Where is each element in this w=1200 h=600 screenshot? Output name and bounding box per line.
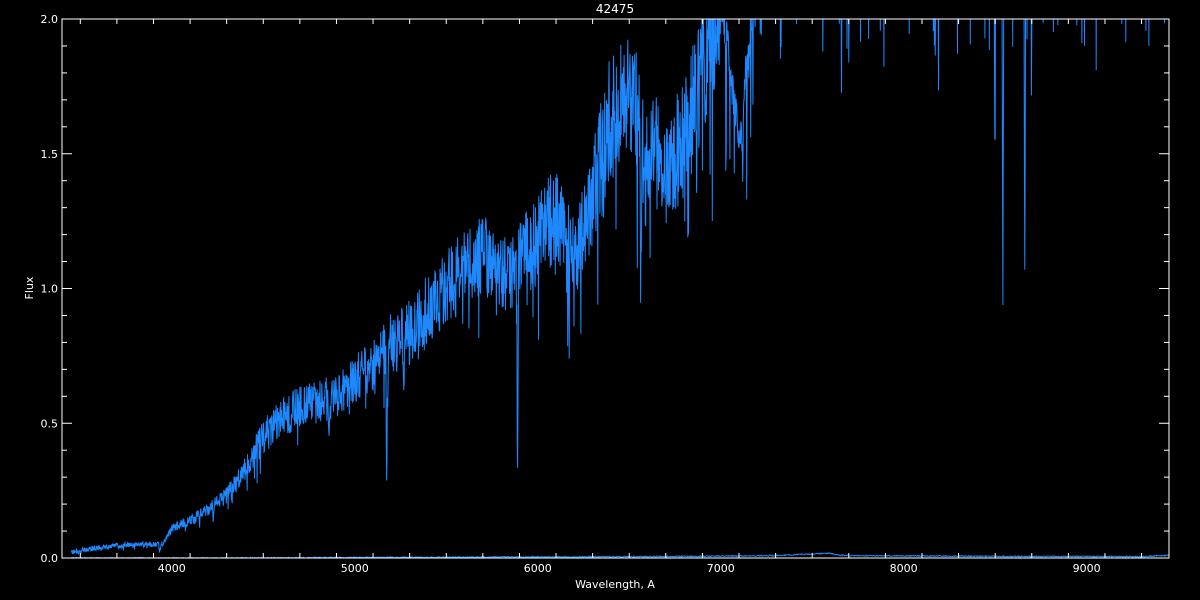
y-axis-label: Flux: [23, 276, 36, 299]
x-tick-label: 4000: [158, 562, 186, 575]
x-tick-label: 7000: [707, 562, 735, 575]
chart-root: 4000 5000 6000 7000 8000 9000 0.0 0.5 1.0 1.5 2.0…: [0, 0, 1200, 600]
chart-background: [0, 0, 1200, 600]
x-axis-label: Wavelength, A: [575, 578, 655, 591]
y-tick-label: 1.5: [41, 148, 59, 161]
y-tick-label: 1.0: [41, 283, 59, 296]
x-tick-label: 8000: [890, 562, 918, 575]
y-tick-label: 0.5: [41, 417, 59, 430]
chart-title: 42475: [596, 2, 634, 16]
x-tick-label: 9000: [1073, 562, 1101, 575]
spectrum-chart: 4000 5000 6000 7000 8000 9000 0.0 0.5 1.0 1.5 2.0…: [0, 0, 1200, 600]
y-tick-label: 0.0: [41, 552, 59, 565]
y-tick-label: 2.0: [41, 13, 59, 26]
x-tick-label: 6000: [524, 562, 552, 575]
x-tick-label: 5000: [341, 562, 369, 575]
